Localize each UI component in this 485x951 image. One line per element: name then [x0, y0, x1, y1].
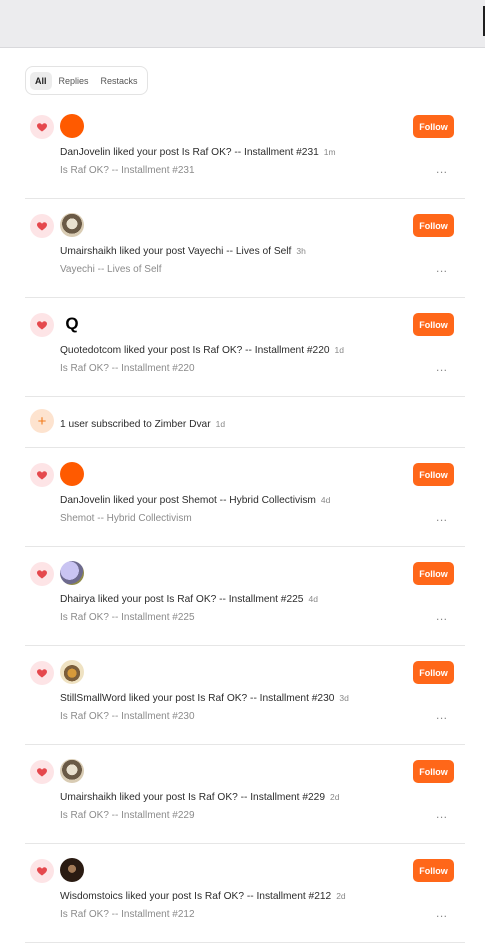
- notification-text[interactable]: Quotedotcom liked your post Is Raf OK? -…: [60, 345, 330, 356]
- avatar[interactable]: [60, 462, 84, 486]
- follow-button[interactable]: Follow: [413, 562, 454, 585]
- follow-button[interactable]: Follow: [413, 463, 454, 486]
- follow-button[interactable]: Follow: [413, 760, 454, 783]
- notification-like[interactable]: Follow Dhairya liked your post Is Raf OK?…: [25, 547, 465, 646]
- post-title-link[interactable]: Shemot -- Hybrid Collectivism: [60, 513, 192, 524]
- more-options-icon[interactable]: ...: [436, 609, 448, 623]
- notification-text[interactable]: Umairshaikh liked your post Is Raf OK? -…: [60, 792, 325, 803]
- heart-icon: [30, 562, 54, 586]
- notification-time: 2d: [336, 891, 346, 901]
- avatar[interactable]: [60, 660, 84, 684]
- notification-like[interactable]: Follow Wisdomstoics liked your post Is Ra…: [25, 844, 465, 943]
- avatar[interactable]: [60, 114, 84, 138]
- post-title-link[interactable]: Vayechi -- Lives of Self: [60, 264, 162, 275]
- follow-button[interactable]: Follow: [413, 313, 454, 336]
- notification-text[interactable]: Dhairya liked your post Is Raf OK? -- In…: [60, 594, 303, 605]
- avatar[interactable]: [60, 759, 84, 783]
- tab-replies[interactable]: Replies: [54, 72, 94, 90]
- more-options-icon[interactable]: ...: [436, 360, 448, 374]
- follow-button[interactable]: Follow: [413, 214, 454, 237]
- notification-time: 4d: [320, 495, 331, 505]
- heart-icon: [30, 463, 54, 487]
- notification-text-line: DanJovelin liked your post Is Raf OK? --…: [60, 147, 336, 158]
- notification-text[interactable]: StillSmallWord liked your post Is Raf OK…: [60, 693, 334, 704]
- notification-like[interactable]: Follow DanJovelin liked your post Shemot …: [25, 448, 465, 547]
- notification-text-line: 1 user subscribed to Zimber Dvar 1d: [60, 419, 225, 430]
- more-options-icon[interactable]: ...: [436, 807, 448, 821]
- notification-list: Follow DanJovelin liked your post Is Raf …: [25, 100, 465, 943]
- avatar[interactable]: [60, 561, 84, 585]
- notification-time: 1m: [323, 147, 336, 157]
- post-title-link[interactable]: Is Raf OK? -- Installment #220: [60, 363, 195, 374]
- browser-top-bar: [0, 0, 485, 48]
- more-options-icon[interactable]: ...: [436, 510, 448, 524]
- notification-time: 2d: [330, 792, 340, 802]
- more-options-icon[interactable]: ...: [436, 261, 448, 275]
- notification-text-line: DanJovelin liked your post Shemot -- Hyb…: [60, 495, 330, 506]
- follow-button[interactable]: Follow: [413, 115, 454, 138]
- post-title-link[interactable]: Is Raf OK? -- Installment #212: [60, 909, 195, 920]
- more-options-icon[interactable]: ...: [436, 708, 448, 722]
- avatar[interactable]: [60, 858, 84, 882]
- notification-subscribe[interactable]: +1 user subscribed to Zimber Dvar 1d: [25, 397, 465, 448]
- notification-text[interactable]: DanJovelin liked your post Is Raf OK? --…: [60, 147, 319, 158]
- notification-text-line: Quotedotcom liked your post Is Raf OK? -…: [60, 345, 344, 356]
- notification-text-line: Wisdomstoics liked your post Is Raf OK? …: [60, 891, 346, 902]
- notification-time: 1d: [215, 419, 226, 429]
- notification-text-line: StillSmallWord liked your post Is Raf OK…: [60, 693, 349, 704]
- notification-like[interactable]: Follow DanJovelin liked your post Is Raf …: [25, 100, 465, 199]
- notification-text-line: Dhairya liked your post Is Raf OK? -- In…: [60, 594, 318, 605]
- notification-time: 1d: [334, 345, 344, 355]
- heart-icon: [30, 313, 54, 337]
- notification-like[interactable]: Follow StillSmallWord liked your post Is …: [25, 646, 465, 745]
- follow-button[interactable]: Follow: [413, 859, 454, 882]
- notification-text: 1 user subscribed to Zimber Dvar: [60, 419, 211, 430]
- post-title-link[interactable]: Is Raf OK? -- Installment #231: [60, 165, 195, 176]
- post-title-link[interactable]: Is Raf OK? -- Installment #230: [60, 711, 195, 722]
- notification-like[interactable]: Follow Umairshaikh liked your post Is Raf…: [25, 745, 465, 844]
- post-title-link[interactable]: Is Raf OK? -- Installment #225: [60, 612, 195, 623]
- heart-icon: [30, 214, 54, 238]
- notification-like[interactable]: Q Follow Quotedotcom liked your post Is Ra…: [25, 298, 465, 397]
- notification-text[interactable]: Wisdomstoics liked your post Is Raf OK? …: [60, 891, 331, 902]
- post-title-link[interactable]: Is Raf OK? -- Installment #229: [60, 810, 195, 821]
- tab-all[interactable]: All: [30, 71, 52, 90]
- tab-restacks[interactable]: Restacks: [96, 72, 143, 90]
- more-options-icon[interactable]: ...: [436, 162, 448, 176]
- notification-text-line: Umairshaikh liked your post Vayechi -- L…: [60, 246, 306, 257]
- heart-icon: [30, 760, 54, 784]
- filter-tabs: All Replies Restacks: [25, 66, 148, 95]
- notification-text-line: Umairshaikh liked your post Is Raf OK? -…: [60, 792, 339, 803]
- heart-icon: [30, 661, 54, 685]
- heart-icon: [30, 859, 54, 883]
- plus-icon: +: [30, 409, 54, 433]
- more-options-icon[interactable]: ...: [436, 906, 448, 920]
- notification-text[interactable]: DanJovelin liked your post Shemot -- Hyb…: [60, 495, 316, 506]
- avatar[interactable]: Q: [60, 312, 84, 336]
- avatar[interactable]: [60, 213, 84, 237]
- heart-icon: [30, 115, 54, 139]
- notification-time: 3d: [339, 693, 349, 703]
- notification-time: 3h: [296, 246, 306, 256]
- notification-like[interactable]: Follow Umairshaikh liked your post Vayech…: [25, 199, 465, 298]
- notification-text[interactable]: Umairshaikh liked your post Vayechi -- L…: [60, 246, 291, 257]
- follow-button[interactable]: Follow: [413, 661, 454, 684]
- notification-time: 4d: [308, 594, 318, 604]
